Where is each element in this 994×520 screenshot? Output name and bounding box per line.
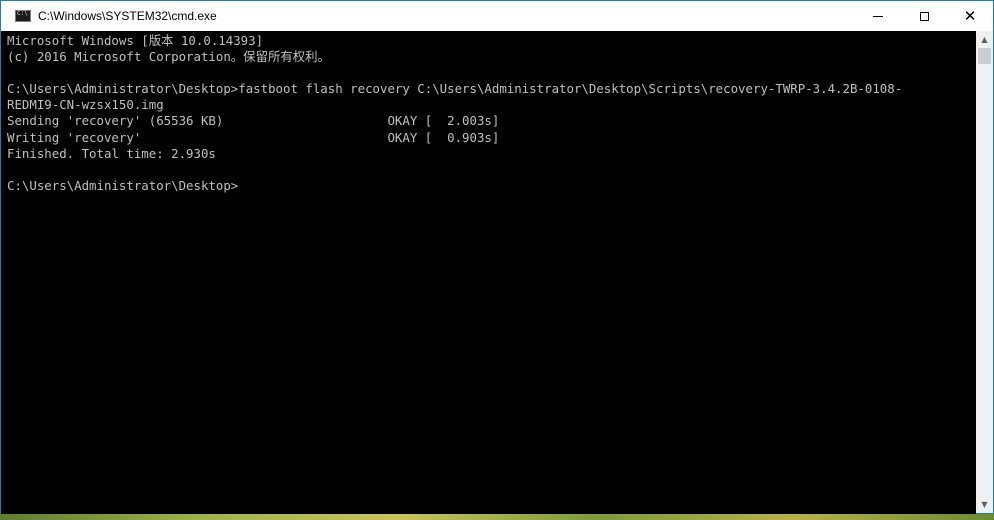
console-line: Microsoft Windows [版本 10.0.14393] [7, 33, 264, 48]
title-bar[interactable]: C:\Windows\SYSTEM32\cmd.exe ✕ [1, 1, 993, 31]
console-line: REDMI9-CN-wzsx150.img [7, 97, 164, 113]
scroll-up-arrow-icon: ▲ [981, 35, 988, 44]
minimize-icon [873, 15, 883, 17]
window-title: C:\Windows\SYSTEM32\cmd.exe [38, 9, 217, 23]
cmd-window: C:\Windows\SYSTEM32\cmd.exe ✕ Microsoft … [0, 0, 994, 514]
maximize-button[interactable] [901, 1, 947, 31]
maximize-icon [919, 11, 929, 21]
scrollbar-thumb[interactable] [978, 48, 991, 64]
console-line: (c) 2016 Microsoft Corporation。保留所有权利。 [7, 49, 330, 65]
console-text[interactable]: Microsoft Windows [版本 10.0.14393] (c) 20… [1, 32, 976, 194]
cmd-icon[interactable] [15, 10, 31, 22]
scroll-down-button[interactable]: ▼ [976, 496, 993, 513]
close-button[interactable]: ✕ [947, 1, 993, 31]
console-line: Finished. Total time: 2.930s [7, 145, 216, 161]
console-prompt: C:\Users\Administrator\Desktop> [7, 177, 239, 193]
window-controls: ✕ [855, 1, 993, 31]
close-icon: ✕ [963, 6, 977, 25]
console-line: Sending 'recovery' (65536 KB) OKAY [ 2.0… [7, 113, 500, 129]
scroll-up-button[interactable]: ▲ [976, 31, 993, 48]
console-line: Writing 'recovery' OKAY [ 0.903s] [7, 129, 500, 145]
console-output[interactable]: Microsoft Windows [版本 10.0.14393] (c) 20… [1, 32, 976, 514]
vertical-scrollbar[interactable]: ▲ ▼ [976, 31, 993, 513]
console-line: C:\Users\Administrator\Desktop>fastboot … [7, 81, 903, 97]
minimize-button[interactable] [855, 1, 901, 31]
scroll-down-arrow-icon: ▼ [981, 500, 988, 509]
